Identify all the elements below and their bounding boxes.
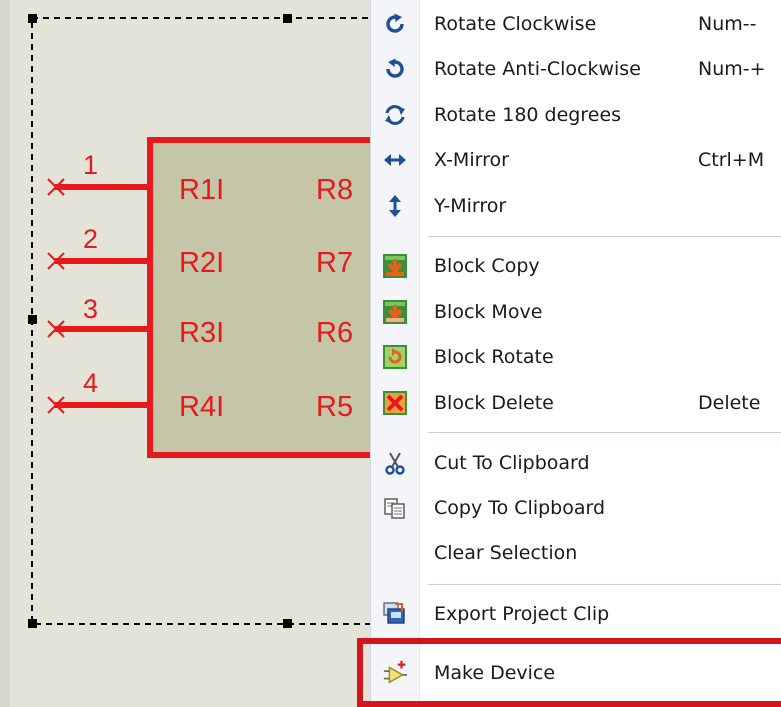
menu-item-block-delete[interactable]: Block Delete Delete	[371, 381, 781, 425]
block-delete-icon	[382, 390, 408, 416]
export-icon	[382, 601, 408, 627]
block-rotate-icon	[382, 344, 408, 370]
menu-item-block-rotate[interactable]: Block Rotate	[371, 335, 781, 379]
menu-item-label: Rotate Clockwise	[434, 13, 597, 35]
x-mirror-icon	[382, 147, 408, 173]
pin-number-1: 1	[83, 150, 98, 180]
scissors-icon	[382, 450, 408, 476]
menu-item-label: Rotate Anti-Clockwise	[434, 58, 641, 80]
menu-item-rotate-anti-clockwise[interactable]: Rotate Anti-Clockwise Num-+	[371, 47, 781, 91]
label-r2i: R2I	[179, 247, 224, 279]
menu-separator	[428, 432, 781, 433]
y-mirror-icon	[382, 193, 408, 219]
selection-handle-bottom-middle[interactable]	[283, 619, 292, 628]
pin-number-3: 3	[83, 294, 98, 324]
make-device-highlight	[357, 638, 781, 707]
menu-item-label: Rotate 180 degrees	[434, 104, 622, 126]
menu-item-shortcut: Ctrl+M	[698, 149, 765, 171]
menu-item-block-copy[interactable]: Block Copy	[371, 244, 781, 288]
label-r3i: R3I	[179, 317, 224, 349]
menu-item-shortcut: Delete	[698, 392, 761, 414]
selection-handle-middle-left[interactable]	[28, 315, 37, 324]
block-move-icon	[382, 299, 408, 325]
menu-item-label: Export Project Clip	[434, 603, 610, 625]
menu-item-shortcut: Num--	[698, 13, 757, 35]
copy-icon	[382, 495, 408, 521]
menu-item-label: Block Delete	[434, 392, 554, 414]
selection-handle-top-middle[interactable]	[283, 14, 292, 23]
menu-item-label: X-Mirror	[434, 149, 509, 171]
menu-item-clear-selection[interactable]: Clear Selection	[371, 531, 781, 575]
label-r4i: R4I	[179, 391, 224, 423]
label-r5: R5	[316, 391, 353, 423]
menu-item-export-project-clip[interactable]: Export Project Clip	[371, 592, 781, 636]
menu-item-shortcut: Num-+	[698, 58, 766, 80]
selection-handle-bottom-left[interactable]	[28, 619, 37, 628]
context-menu: Rotate Clockwise Num-- Rotate Anti-Clock…	[370, 0, 781, 707]
menu-item-rotate-clockwise[interactable]: Rotate Clockwise Num--	[371, 2, 781, 46]
rotate-cw-icon	[382, 11, 408, 37]
label-r1i: R1I	[179, 174, 224, 206]
label-r8: R8	[316, 174, 353, 206]
menu-separator	[428, 584, 781, 585]
menu-item-label: Block Move	[434, 301, 543, 323]
menu-item-block-move[interactable]: Block Move	[371, 290, 781, 334]
pin-number-2: 2	[83, 224, 98, 254]
menu-item-label: Cut To Clipboard	[434, 452, 590, 474]
block-copy-icon	[382, 253, 408, 279]
menu-item-label: Y-Mirror	[434, 195, 507, 217]
label-r6: R6	[316, 317, 353, 349]
menu-item-label: Copy To Clipboard	[434, 497, 606, 519]
label-r7: R7	[316, 247, 353, 279]
menu-item-rotate-180[interactable]: Rotate 180 degrees	[371, 93, 781, 137]
pin-number-4: 4	[83, 368, 98, 398]
menu-item-cut-to-clipboard[interactable]: Cut To Clipboard	[371, 441, 781, 485]
menu-item-label: Block Rotate	[434, 346, 554, 368]
menu-item-copy-to-clipboard[interactable]: Copy To Clipboard	[371, 486, 781, 530]
menu-item-label: Clear Selection	[434, 542, 578, 564]
rotate-acw-icon	[382, 56, 408, 82]
menu-separator	[428, 236, 781, 237]
menu-item-y-mirror[interactable]: Y-Mirror	[371, 184, 781, 228]
menu-item-x-mirror[interactable]: X-Mirror Ctrl+M	[371, 138, 781, 182]
selection-handle-top-left[interactable]	[28, 14, 37, 23]
menu-item-label: Block Copy	[434, 255, 540, 277]
rotate-180-icon	[382, 102, 408, 128]
